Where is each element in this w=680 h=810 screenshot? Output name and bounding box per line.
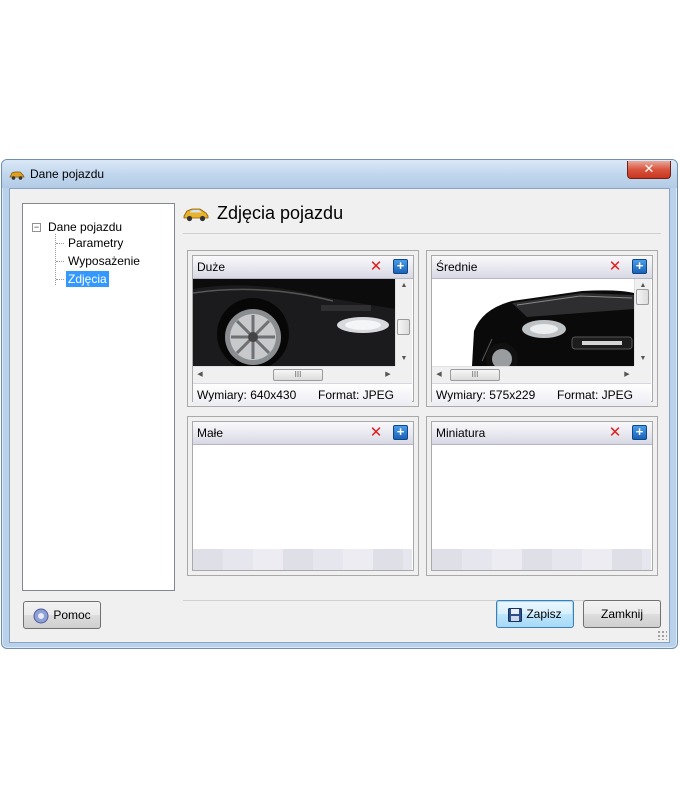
tree-item-wyposazenie[interactable]: Wyposażenie xyxy=(66,253,142,269)
title-bar[interactable]: Dane pojazdu ✕ xyxy=(2,160,677,188)
add-photo-icon[interactable]: + xyxy=(632,259,647,274)
horizontal-scrollbar[interactable]: ◀ III ▶ xyxy=(193,366,395,383)
photo-panel-thumbnail: Miniatura ✕ + xyxy=(426,416,658,576)
panel-frame: Miniatura ✕ + xyxy=(431,421,653,571)
vertical-scrollbar[interactable]: ▲ ▼ xyxy=(634,279,651,366)
help-icon xyxy=(33,608,49,624)
add-photo-icon[interactable]: + xyxy=(632,425,647,440)
close-button[interactable]: Zamknij xyxy=(583,600,661,628)
window-close-button[interactable]: ✕ xyxy=(627,161,671,179)
panel-title: Małe xyxy=(197,426,224,440)
delete-photo-icon[interactable]: ✕ xyxy=(608,259,622,274)
photo-info-bar: Wymiary: 640x430 Format: JPEG xyxy=(193,383,412,405)
photo-dimensions: Wymiary: 640x430 xyxy=(197,388,297,402)
photo-dimensions: Wymiary: 575x229 xyxy=(436,388,536,402)
vehicle-photo-medium xyxy=(432,279,634,366)
photo-info-bar xyxy=(432,549,651,570)
page-title: Zdjęcia pojazdu xyxy=(217,203,344,223)
tree-connector xyxy=(56,279,64,280)
photo-format: Format: JPEG xyxy=(556,388,633,402)
resize-grip[interactable] xyxy=(657,630,667,640)
tree-connector xyxy=(56,243,64,244)
tree-connector xyxy=(56,261,64,262)
tree-collapse-toggle[interactable]: − xyxy=(32,223,41,232)
car-icon xyxy=(9,171,25,180)
add-photo-icon[interactable]: + xyxy=(393,259,408,274)
scroll-thumb[interactable] xyxy=(636,289,649,305)
scroll-thumb[interactable] xyxy=(397,319,410,335)
tree-item-zdjecia[interactable]: Zdjęcia xyxy=(66,271,109,287)
panel-frame: Małe ✕ + xyxy=(192,421,414,571)
save-button-label: Zapisz xyxy=(526,607,562,621)
panel-frame: Duże ✕ + ▲ ▼ ◀ III ▶ Wymiary: 640x430 Fo… xyxy=(192,255,414,405)
photo-panel-medium: Średnie ✕ + ▲ ▼ ◀ III ▶ Wymiary: 575x229… xyxy=(426,250,658,407)
car-header-icon xyxy=(183,208,209,222)
help-button-label: Pomoc xyxy=(53,608,91,622)
vertical-scrollbar[interactable]: ▲ ▼ xyxy=(395,279,412,366)
panel-header: Duże ✕ + xyxy=(193,256,413,279)
help-button[interactable]: Pomoc xyxy=(23,601,101,629)
tree-root-vehicle-data[interactable]: Dane pojazdu xyxy=(48,220,122,234)
floppy-disk-icon xyxy=(508,607,523,622)
photo-info-bar: Wymiary: 575x229 Format: JPEG xyxy=(432,383,651,405)
panel-title: Duże xyxy=(197,260,226,274)
navigation-tree: − Dane pojazdu Parametry Wyposażenie Zdj… xyxy=(22,203,175,591)
scroll-thumb[interactable]: III xyxy=(273,369,323,381)
horizontal-scrollbar[interactable]: ◀ III ▶ xyxy=(432,366,634,383)
panel-header: Średnie ✕ + xyxy=(432,256,652,279)
panel-header: Małe ✕ + xyxy=(193,422,413,445)
window-title: Dane pojazdu xyxy=(30,167,105,181)
delete-photo-icon[interactable]: ✕ xyxy=(608,425,622,440)
panel-title: Średnie xyxy=(436,260,478,274)
photo-panel-small: Małe ✕ + xyxy=(187,416,419,576)
photo-panel-large: Duże ✕ + ▲ ▼ ◀ III ▶ Wymiary: 640x430 Fo… xyxy=(187,250,419,407)
delete-photo-icon[interactable]: ✕ xyxy=(369,425,383,440)
panel-frame: Średnie ✕ + ▲ ▼ ◀ III ▶ Wymiary: 575x229… xyxy=(431,255,653,405)
dialog-client-area: − Dane pojazdu Parametry Wyposażenie Zdj… xyxy=(9,188,670,643)
header-divider xyxy=(183,233,661,234)
tree-item-parametry[interactable]: Parametry xyxy=(66,235,125,251)
scroll-thumb[interactable]: III xyxy=(450,369,500,381)
panel-title: Miniatura xyxy=(436,426,486,440)
scroll-corner xyxy=(395,366,412,383)
vehicle-data-window: Dane pojazdu ✕ − Dane pojazdu Parametry … xyxy=(1,159,678,649)
photo-format: Format: JPEG xyxy=(317,388,394,402)
scroll-corner xyxy=(634,366,651,383)
photo-info-bar xyxy=(193,549,412,570)
add-photo-icon[interactable]: + xyxy=(393,425,408,440)
panel-header: Miniatura ✕ + xyxy=(432,422,652,445)
delete-photo-icon[interactable]: ✕ xyxy=(369,259,383,274)
vehicle-photo-large xyxy=(193,279,395,366)
tree-connector xyxy=(55,234,56,285)
save-button[interactable]: Zapisz xyxy=(496,600,574,628)
